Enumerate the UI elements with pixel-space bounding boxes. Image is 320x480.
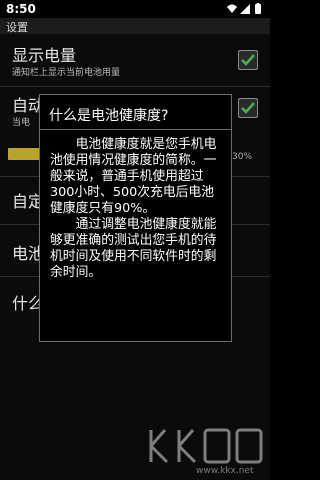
- status-time: 8:50: [6, 2, 36, 16]
- setting-summary: 通知栏上显示当前电池用量: [12, 68, 121, 78]
- watermark-url: www.kkx.net: [196, 466, 254, 476]
- setting-summary: 当电: [12, 118, 31, 128]
- dialog-paragraph: 通过调整电池健康度就能够更准确的测试出您手机的待机时间及使用不同软件时的剩余时间…: [50, 217, 217, 280]
- dialog-body: 电池健康度就是您手机电池使用情况健康度的简称。一般来说，普通手机使用超过300小…: [50, 137, 226, 281]
- dialog-paragraph: 电池健康度就是您手机电池使用情况健康度的简称。一般来说，普通手机使用超过300小…: [50, 137, 217, 216]
- check-icon: [241, 54, 255, 66]
- check-icon: [241, 102, 255, 114]
- battery-icon: [255, 4, 261, 14]
- status-bar: 8:50: [0, 0, 270, 18]
- auto-checkbox[interactable]: [238, 98, 258, 118]
- slider-value: 30%: [232, 152, 253, 162]
- app-bar: 设置: [0, 18, 270, 34]
- show-battery-checkbox[interactable]: [238, 50, 258, 70]
- info-dialog[interactable]: 什么是电池健康度? 电池健康度就是您手机电池使用情况健康度的简称。一般来说，普通…: [39, 94, 232, 342]
- dialog-title: 什么是电池健康度?: [49, 108, 169, 124]
- page-title: 设置: [6, 21, 28, 34]
- dialog-divider: [40, 129, 231, 130]
- signal-icon: [240, 4, 250, 14]
- divider: [0, 86, 270, 87]
- wifi-icon: [227, 4, 237, 13]
- status-icons: [227, 3, 261, 14]
- setting-title: 显示电量: [12, 46, 77, 65]
